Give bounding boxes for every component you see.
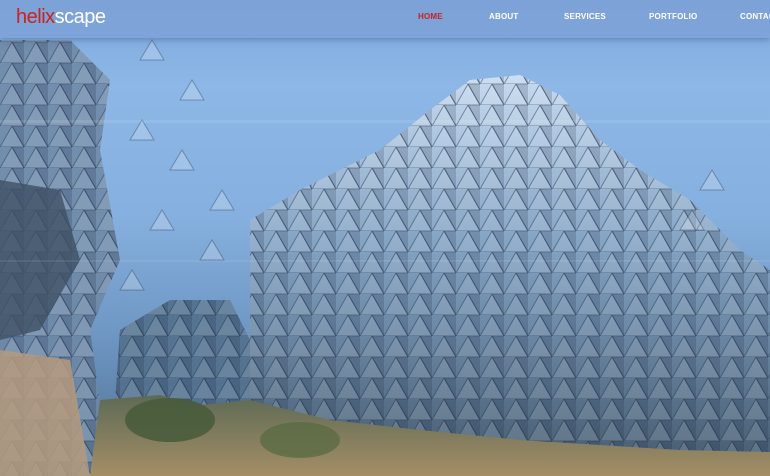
nav-portfolio[interactable]: PORTFOLIO [649, 12, 697, 21]
nav-home[interactable]: HOME [418, 12, 443, 21]
page: helixscape HOME ABOUT SERVICES PORTFOLIO… [0, 0, 770, 476]
nav-contact[interactable]: CONTACT [740, 12, 770, 21]
hero-image [0, 0, 770, 476]
nav-about[interactable]: ABOUT [489, 12, 518, 21]
main-nav: HOME ABOUT SERVICES PORTFOLIO CONTACT [0, 12, 770, 26]
hero-artwork [0, 39, 770, 476]
top-navbar: helixscape HOME ABOUT SERVICES PORTFOLIO… [0, 0, 770, 38]
nav-services[interactable]: SERVICES [564, 12, 606, 21]
